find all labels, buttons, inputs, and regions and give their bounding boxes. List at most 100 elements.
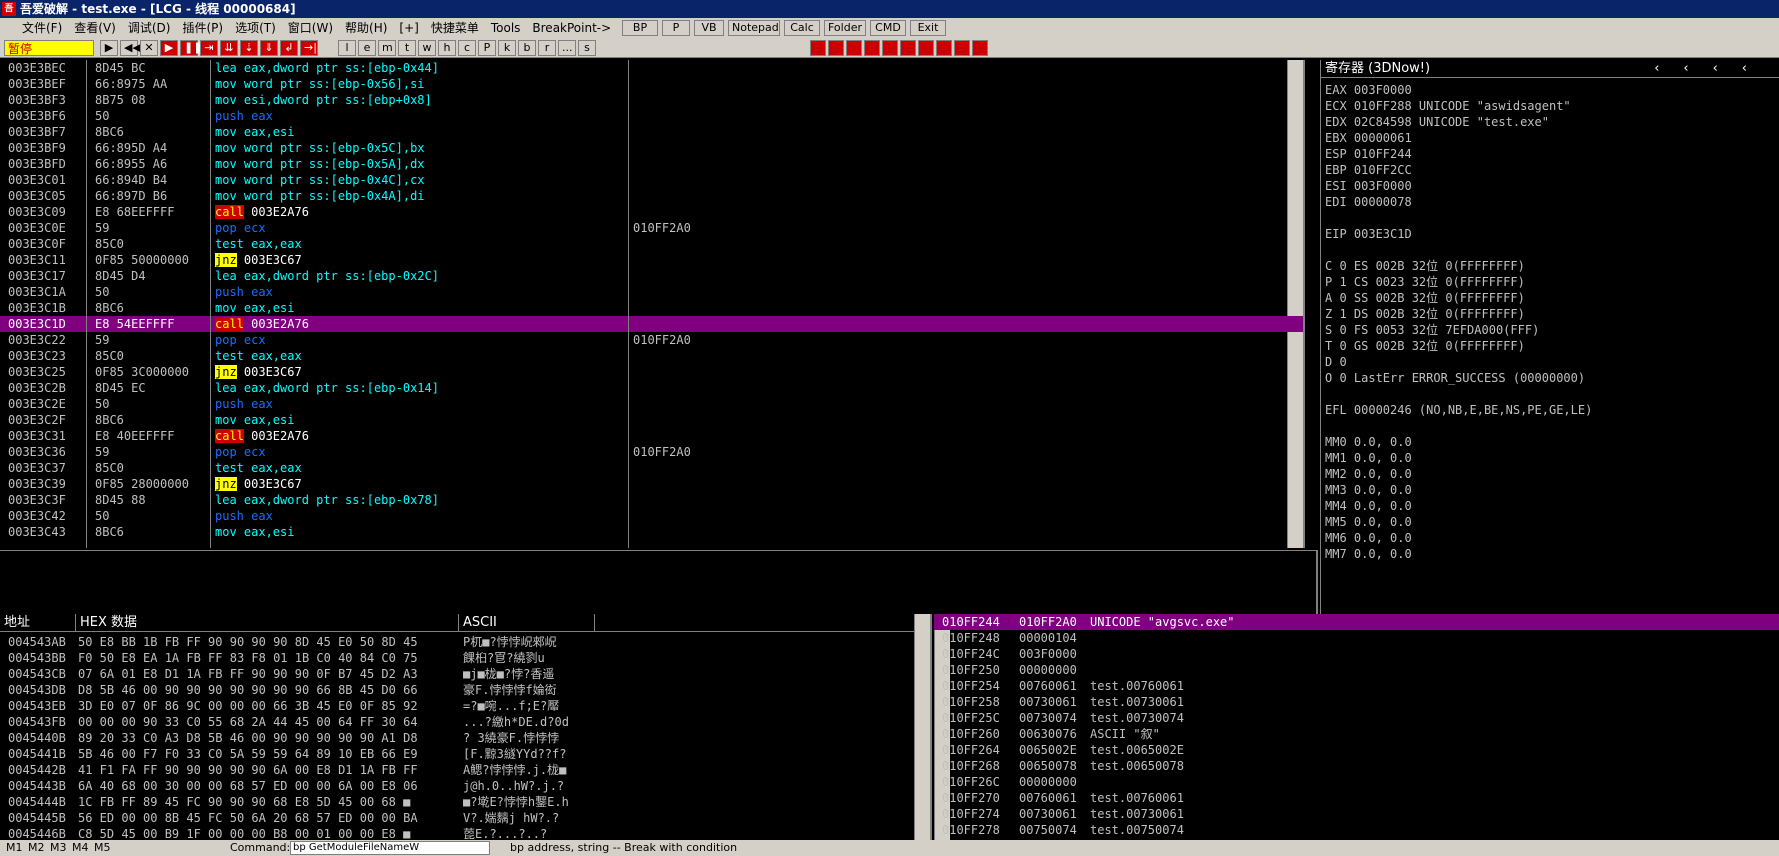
register-line[interactable]: MM0 0.0, 0.0: [1325, 434, 1412, 450]
register-line[interactable]: MM4 0.0, 0.0: [1325, 498, 1412, 514]
stack-row[interactable]: 010FF260 00630076 ASCII "叙": [934, 726, 1779, 742]
quick-button-p[interactable]: P: [662, 20, 690, 36]
dump-row[interactable]: 004543AB 50 E8 BB 1B FB FF 90 90 90 90 8D…: [0, 634, 916, 650]
toolbar-button[interactable]: ⇣: [240, 40, 258, 56]
toolbar-letter-button[interactable]: t: [398, 40, 416, 56]
quick-button-vb[interactable]: VB: [694, 20, 724, 36]
stack-row[interactable]: 010FF270 00760061 test.00760061: [934, 790, 1779, 806]
menu-item[interactable]: 选项(T): [235, 21, 276, 35]
register-line[interactable]: P 1 CS 0023 32位 0(FFFFFFFF): [1325, 274, 1525, 290]
plugin-icon[interactable]: [810, 40, 826, 56]
register-line[interactable]: A 0 SS 002B 32位 0(FFFFFFFF): [1325, 290, 1525, 306]
menu-item[interactable]: 快捷菜单: [431, 21, 479, 35]
toolbar-button[interactable]: ⇥: [200, 40, 218, 56]
quick-button-exit[interactable]: Exit: [910, 20, 946, 36]
toolbar-button[interactable]: ❚❚: [180, 40, 202, 56]
disasm-row[interactable]: 003E3BEC 8D45 BC lea eax,dword ptr ss:[ebp…: [0, 60, 1303, 76]
disasm-row[interactable]: 003E3C17 8D45 D4 lea eax,dword ptr ss:[ebp…: [0, 268, 1303, 284]
register-line[interactable]: O 0 LastErr ERROR_SUCCESS (00000000): [1325, 370, 1585, 386]
dump-row[interactable]: 004543DB D8 5B 46 00 90 90 90 90 90 90 90…: [0, 682, 916, 698]
disasm-row[interactable]: 003E3C09 E8 68EEFFFF call 003E2A76: [0, 204, 1303, 220]
stack-row[interactable]: 010FF248 00000104: [934, 630, 1779, 646]
disasm-row[interactable]: 003E3BEF 66:8975 AA mov word ptr ss:[ebp-0…: [0, 76, 1303, 92]
disasm-row[interactable]: 003E3C01 66:894D B4 mov word ptr ss:[ebp-0…: [0, 172, 1303, 188]
register-line[interactable]: MM3 0.0, 0.0: [1325, 482, 1412, 498]
register-line[interactable]: EFL 00000246 (NO,NB,E,BE,NS,PE,GE,LE): [1325, 402, 1592, 418]
dump-row[interactable]: 0045440B 89 20 33 C0 A3 D8 5B 46 00 90 90…: [0, 730, 916, 746]
disasm-row[interactable]: 003E3C11 0F85 50000000 jnz 003E3C67: [0, 252, 1303, 268]
disasm-row[interactable]: 003E3C1D E8 54EEFFFF call 003E2A76: [0, 316, 1303, 332]
register-line[interactable]: EIP 003E3C1D: [1325, 226, 1412, 242]
register-line[interactable]: S 0 FS 0053 32位 7EFDA000(FFF): [1325, 322, 1539, 338]
plugin-icon[interactable]: [882, 40, 898, 56]
register-line[interactable]: EBX 00000061: [1325, 130, 1412, 146]
register-line[interactable]: D 0: [1325, 354, 1347, 370]
toolbar-letter-button[interactable]: r: [538, 40, 556, 56]
disasm-row[interactable]: 003E3C2B 8D45 EC lea eax,dword ptr ss:[ebp…: [0, 380, 1303, 396]
stack-row[interactable]: 010FF258 00730061 test.00730061: [934, 694, 1779, 710]
stack-row[interactable]: 010FF274 00730061 test.00730061: [934, 806, 1779, 822]
plugin-icon[interactable]: [864, 40, 880, 56]
disasm-row[interactable]: 003E3BF3 8B75 08 mov esi,dword ptr ss:[ebp…: [0, 92, 1303, 108]
register-line[interactable]: ESP 010FF244: [1325, 146, 1412, 162]
plugin-icon[interactable]: [918, 40, 934, 56]
disasm-row[interactable]: 003E3BF9 66:895D A4 mov word ptr ss:[ebp-0…: [0, 140, 1303, 156]
toolbar-button[interactable]: ◀◀: [120, 40, 141, 56]
dump-row[interactable]: 004543EB 3D E0 07 0F 86 9C 00 00 00 66 3B…: [0, 698, 916, 714]
disasm-row[interactable]: 003E3C3F 8D45 88 lea eax,dword ptr ss:[ebp…: [0, 492, 1303, 508]
stack-row[interactable]: 010FF244 010FF2A0 UNICODE "avgsvc.exe": [934, 614, 1779, 630]
toolbar-letter-button[interactable]: m: [378, 40, 396, 56]
toolbar-letter-button[interactable]: b: [518, 40, 536, 56]
register-line[interactable]: Z 1 DS 002B 32位 0(FFFFFFFF): [1325, 306, 1525, 322]
toolbar-letter-button[interactable]: h: [438, 40, 456, 56]
toolbar-letter-button[interactable]: s: [578, 40, 596, 56]
menu-item[interactable]: 文件(F): [22, 21, 62, 35]
dump-header-hex[interactable]: HEX 数据: [76, 614, 459, 632]
bottom-tab[interactable]: M2: [28, 840, 45, 856]
disasm-row[interactable]: 003E3C2F 8BC6 mov eax,esi: [0, 412, 1303, 428]
quick-button-notepad[interactable]: Notepad: [728, 20, 780, 36]
toolbar-letter-button[interactable]: l: [338, 40, 356, 56]
toolbar-button[interactable]: ✕: [140, 40, 158, 56]
menu-item[interactable]: 窗口(W): [288, 21, 333, 35]
plugin-icon[interactable]: [972, 40, 988, 56]
dump-row[interactable]: 0045442B 41 F1 FA FF 90 90 90 90 90 6A 00…: [0, 762, 916, 778]
toolbar-button[interactable]: ⇊: [220, 40, 238, 56]
stack-row[interactable]: 010FF250 00000000: [934, 662, 1779, 678]
disasm-row[interactable]: 003E3C43 8BC6 mov eax,esi: [0, 524, 1303, 540]
toolbar-button[interactable]: ▶: [100, 40, 118, 56]
toolbar-letter-button[interactable]: e: [358, 40, 376, 56]
plugin-icon[interactable]: [936, 40, 952, 56]
register-line[interactable]: MM5 0.0, 0.0: [1325, 514, 1412, 530]
quick-button-calc[interactable]: Calc: [784, 20, 820, 36]
stack-row[interactable]: 010FF26C 00000000: [934, 774, 1779, 790]
dump-row[interactable]: 0045445B 56 ED 00 00 8B 45 FC 50 6A 20 68…: [0, 810, 916, 826]
dump-row[interactable]: 004543CB 07 6A 01 E8 D1 1A FB FF 90 90 90…: [0, 666, 916, 682]
register-line[interactable]: EDX 02C84598 UNICODE "test.exe": [1325, 114, 1549, 130]
disasm-row[interactable]: 003E3C37 85C0 test eax,eax: [0, 460, 1303, 476]
disasm-row[interactable]: 003E3C23 85C0 test eax,eax: [0, 348, 1303, 364]
menu-item[interactable]: 帮助(H): [345, 21, 387, 35]
dump-row[interactable]: 004543BB F0 50 E8 EA 1A FB FF 83 F8 01 1B…: [0, 650, 916, 666]
disasm-row[interactable]: 003E3C42 50 push eax: [0, 508, 1303, 524]
dump-row[interactable]: 004543FB 00 00 00 90 33 C0 55 68 2A 44 45…: [0, 714, 916, 730]
disasm-row[interactable]: 003E3C05 66:897D B6 mov word ptr ss:[ebp-0…: [0, 188, 1303, 204]
register-line[interactable]: T 0 GS 002B 32位 0(FFFFFFFF): [1325, 338, 1525, 354]
dump-row[interactable]: 0045444B 1C FB FF 89 45 FC 90 90 90 68 E8…: [0, 794, 916, 810]
stack-row[interactable]: 010FF24C 003F0000: [934, 646, 1779, 662]
bottom-tab[interactable]: M3: [50, 840, 67, 856]
plugin-icon[interactable]: [900, 40, 916, 56]
toolbar-button[interactable]: ⇓: [260, 40, 278, 56]
dump-header-ascii[interactable]: ASCII: [459, 614, 595, 632]
menu-item[interactable]: 查看(V): [74, 21, 116, 35]
register-line[interactable]: EAX 003F0000: [1325, 82, 1412, 98]
stack-row[interactable]: 010FF254 00760061 test.00760061: [934, 678, 1779, 694]
disasm-row[interactable]: 003E3C1B 8BC6 mov eax,esi: [0, 300, 1303, 316]
registers-pane[interactable]: 寄存器 (3DNow!) ‹‹‹‹ EAX 003F0000 ECX 010FF2…: [1320, 60, 1779, 614]
toolbar-letter-button[interactable]: ...: [558, 40, 576, 56]
stack-row[interactable]: 010FF25C 00730074 test.00730074: [934, 710, 1779, 726]
menu-item[interactable]: 插件(P): [182, 21, 223, 35]
disassembly-pane[interactable]: 003E3BEC 8D45 BC lea eax,dword ptr ss:[ebp…: [0, 60, 1305, 548]
memory-dump-pane[interactable]: 地址 HEX 数据 ASCII 004543AB 50 E8 BB 1B FB F…: [0, 614, 932, 856]
disasm-row[interactable]: 003E3C0E 59 pop ecx 010FF2A0: [0, 220, 1303, 236]
